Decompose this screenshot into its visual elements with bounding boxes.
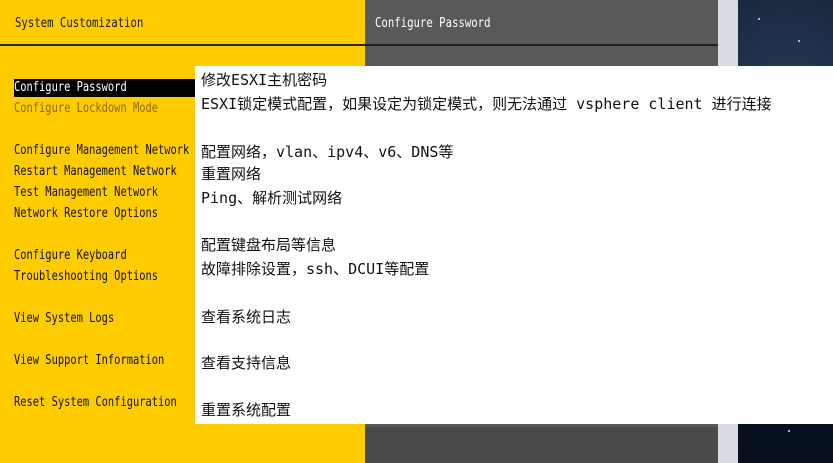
annotation-reset-config: 重置系统配置 bbox=[201, 401, 292, 419]
annotation-configure-password: 修改ESXI主机密码 bbox=[201, 71, 328, 89]
menu-item-network-restore-options[interactable]: Network Restore Options bbox=[14, 205, 158, 223]
annotation-lockdown-mode: ESXI锁定模式配置，如果设定为锁定模式，则无法通过 vsphere clien… bbox=[201, 95, 772, 113]
menu-item-restart-management-network[interactable]: Restart Management Network bbox=[14, 163, 177, 181]
menu-item-configure-management-network[interactable]: Configure Management Network bbox=[14, 142, 189, 160]
detail-title: Configure Password bbox=[375, 16, 491, 31]
menu-item-configure-keyboard[interactable]: Configure Keyboard bbox=[14, 247, 127, 265]
panel-title: System Customization bbox=[15, 16, 144, 31]
right-panel-header: Configure Password bbox=[365, 0, 718, 46]
annotation-system-logs: 查看系统日志 bbox=[201, 308, 292, 326]
menu-item-configure-lockdown-mode[interactable]: Configure Lockdown Mode bbox=[14, 100, 158, 118]
menu-item-test-management-network[interactable]: Test Management Network bbox=[14, 184, 158, 202]
star bbox=[758, 18, 760, 20]
menu-item-view-system-logs[interactable]: View System Logs bbox=[14, 310, 114, 328]
left-panel-header: System Customization bbox=[0, 0, 365, 46]
star bbox=[788, 430, 790, 432]
menu-item-reset-system-configuration[interactable]: Reset System Configuration bbox=[14, 394, 177, 412]
annotation-support-info: 查看支持信息 bbox=[201, 354, 292, 372]
annotation-troubleshooting: 故障排除设置，ssh、DCUI等配置 bbox=[201, 260, 430, 278]
menu-item-view-support-information[interactable]: View Support Information bbox=[14, 352, 164, 370]
annotation-restart-network: 重置网络 bbox=[201, 165, 262, 183]
annotation-keyboard: 配置键盘布局等信息 bbox=[201, 236, 337, 254]
esxi-dcui-screen: System Customization Configure Password … bbox=[0, 0, 833, 463]
detail-footer bbox=[365, 427, 718, 463]
menu-item-troubleshooting-options[interactable]: Troubleshooting Options bbox=[14, 268, 158, 286]
annotation-box: 修改ESXI主机密码 ESXI锁定模式配置，如果设定为锁定模式，则无法通过 vs… bbox=[195, 66, 833, 424]
star bbox=[798, 40, 800, 42]
annotation-test-network: Ping、解析测试网络 bbox=[201, 189, 343, 207]
annotation-management-network: 配置网络，vlan、ipv4、v6、DNS等 bbox=[201, 143, 454, 161]
